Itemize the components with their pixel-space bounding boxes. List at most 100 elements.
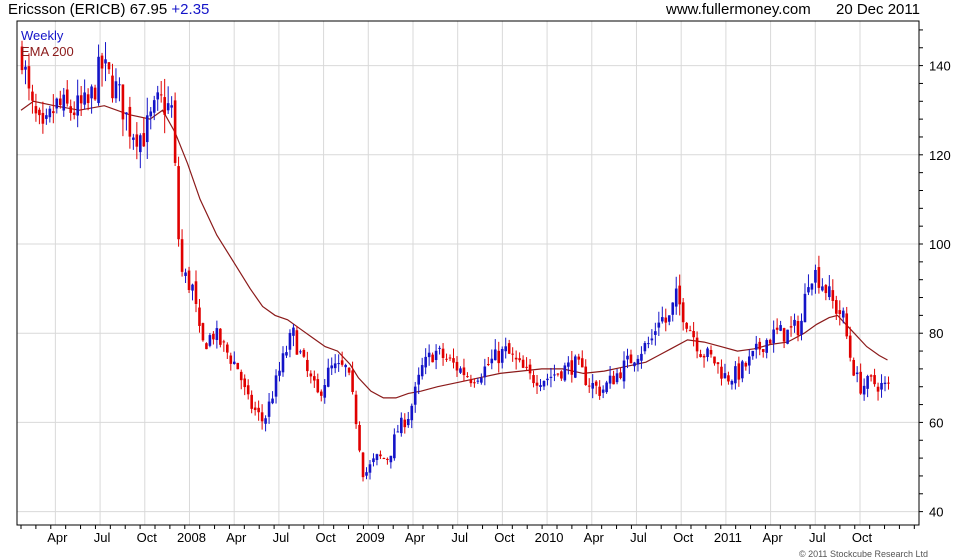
candle-body bbox=[862, 385, 866, 395]
candle-body bbox=[316, 379, 320, 393]
candle-body bbox=[410, 405, 414, 421]
candle-body bbox=[598, 386, 601, 396]
candle-body bbox=[107, 62, 111, 70]
candle-body bbox=[667, 315, 671, 322]
candle-body bbox=[814, 269, 817, 283]
candle-body bbox=[226, 344, 229, 353]
candle-body bbox=[626, 355, 629, 360]
candle-body bbox=[365, 472, 368, 476]
candle-body bbox=[257, 407, 260, 413]
candle-body bbox=[194, 281, 198, 304]
candle-body bbox=[288, 332, 292, 350]
candle-body bbox=[379, 454, 382, 457]
candle-body bbox=[149, 111, 153, 117]
candle-body bbox=[615, 373, 619, 383]
copyright: © 2011 Stockcube Research Ltd bbox=[798, 549, 928, 559]
plot-area bbox=[17, 21, 919, 525]
candle-body bbox=[271, 398, 274, 404]
candle-body bbox=[852, 359, 855, 376]
candle-body bbox=[584, 366, 588, 385]
candle-body bbox=[723, 373, 727, 379]
candle-body bbox=[539, 385, 542, 388]
y-tick-label: 120 bbox=[929, 148, 951, 163]
candle-body bbox=[309, 373, 313, 377]
candle-body bbox=[758, 341, 762, 350]
candle-body bbox=[821, 286, 824, 291]
candle-body bbox=[406, 419, 410, 426]
y-tick-label: 80 bbox=[929, 326, 943, 341]
candle-body bbox=[361, 452, 365, 478]
candle-body bbox=[86, 94, 90, 104]
candle-body bbox=[521, 359, 525, 368]
candle-body bbox=[650, 338, 654, 341]
candle-body bbox=[368, 464, 372, 473]
candle-body bbox=[72, 112, 76, 116]
candle-body bbox=[299, 351, 302, 353]
candle-body bbox=[553, 374, 556, 376]
candle-body bbox=[810, 283, 814, 290]
candle-body bbox=[594, 381, 598, 386]
candle-body bbox=[445, 358, 448, 360]
candle-body bbox=[741, 361, 744, 379]
candle-body bbox=[480, 377, 483, 383]
legend-ema: EMA 200 bbox=[21, 44, 74, 59]
candle-body bbox=[876, 386, 880, 392]
candle-body bbox=[789, 326, 793, 328]
x-tick-label: Apr bbox=[584, 530, 605, 545]
candle-body bbox=[608, 375, 612, 384]
candle-body bbox=[681, 302, 685, 323]
legend-weekly: Weekly bbox=[21, 28, 64, 43]
candle-body bbox=[640, 353, 643, 361]
candle-body bbox=[511, 353, 514, 355]
candle-body bbox=[337, 363, 340, 365]
candle-body bbox=[873, 375, 876, 385]
candle-body bbox=[375, 454, 379, 460]
candle-body bbox=[420, 365, 424, 377]
candle-body bbox=[688, 330, 692, 332]
candle-body bbox=[326, 367, 330, 387]
candle-body bbox=[274, 375, 278, 397]
candle-body bbox=[65, 89, 69, 104]
candle-body bbox=[838, 310, 842, 315]
candle-body bbox=[556, 373, 560, 375]
candle-body bbox=[389, 455, 393, 463]
candle-body bbox=[396, 431, 400, 433]
candle-body bbox=[438, 347, 441, 349]
candle-body bbox=[215, 328, 219, 340]
candle-body bbox=[83, 92, 86, 105]
candle-body bbox=[114, 81, 118, 99]
chart: 40 60 80 100 120 140 Apr Jul Oct 2008 Apr Jul Oct 20… bbox=[16, 20, 951, 545]
candle-body bbox=[591, 382, 595, 389]
candle-body bbox=[24, 66, 27, 70]
candle-body bbox=[302, 349, 306, 357]
candle-body bbox=[563, 365, 567, 381]
candle-body bbox=[828, 286, 831, 298]
candle-body bbox=[347, 367, 351, 373]
candle-body bbox=[239, 371, 243, 381]
x-tick-label: Apr bbox=[47, 530, 68, 545]
candle-body bbox=[654, 331, 657, 335]
candle-body bbox=[747, 356, 751, 366]
x-tick-label: Jul bbox=[630, 530, 647, 545]
candle-body bbox=[295, 330, 299, 355]
candle-body bbox=[448, 357, 452, 359]
candle-body bbox=[121, 84, 125, 120]
candle-body bbox=[393, 434, 396, 459]
candle-body bbox=[104, 59, 107, 64]
candle-body bbox=[243, 378, 247, 388]
x-tick-label: Jul bbox=[809, 530, 826, 545]
candle-body bbox=[567, 362, 570, 367]
candle-body bbox=[31, 91, 34, 101]
candle-body bbox=[734, 366, 737, 384]
candle-body bbox=[285, 352, 288, 356]
candle-body bbox=[90, 86, 93, 99]
candle-body bbox=[507, 343, 511, 354]
candle-body bbox=[699, 354, 702, 358]
chart-date: 20 Dec 2011 bbox=[836, 1, 920, 18]
x-tick-label: Oct bbox=[494, 530, 515, 545]
x-tick-label: Jul bbox=[94, 530, 111, 545]
candle-body bbox=[45, 115, 48, 119]
x-tick-label: Oct bbox=[315, 530, 336, 545]
candle-body bbox=[730, 380, 734, 385]
candle-body bbox=[354, 394, 358, 425]
